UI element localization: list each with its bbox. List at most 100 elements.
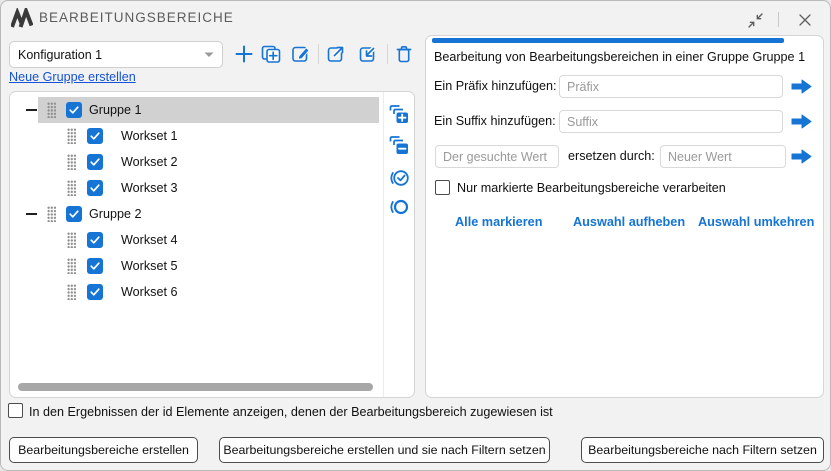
close-button[interactable] bbox=[795, 10, 815, 30]
bearbeitungsbereiche-window: BEARBEITUNGSBEREICHE Konfiguration 1 bbox=[0, 0, 831, 471]
group-label: Gruppe 1 bbox=[89, 103, 142, 117]
collapse-window-button[interactable] bbox=[745, 10, 765, 30]
drag-handle-icon[interactable] bbox=[67, 232, 76, 248]
export-icon bbox=[325, 43, 347, 65]
set-by-filters-button[interactable]: Bearbeitungsbereiche nach Filtern setzen bbox=[581, 437, 824, 463]
toolbar-separator bbox=[387, 44, 388, 64]
drag-handle-icon[interactable] bbox=[47, 206, 56, 222]
configuration-dropdown[interactable]: Konfiguration 1 bbox=[9, 41, 223, 68]
tree-workset-row[interactable]: Workset 3 bbox=[10, 175, 382, 201]
only-marked-label: Nur markierte Bearbeitungsbereiche verar… bbox=[457, 181, 726, 195]
new-group-link[interactable]: Neue Gruppe erstellen bbox=[9, 70, 136, 84]
collapse-expander-icon[interactable] bbox=[24, 213, 38, 215]
show-ids-label: In den Ergebnissen der id Elemente anzei… bbox=[29, 405, 553, 419]
group-checkbox[interactable] bbox=[66, 206, 82, 222]
replace-value-input[interactable] bbox=[660, 145, 786, 168]
import-configuration-button[interactable] bbox=[356, 42, 380, 66]
clear-selection-link[interactable]: Auswahl aufheben bbox=[573, 215, 685, 229]
drag-handle-icon[interactable] bbox=[67, 284, 76, 300]
workset-checkbox[interactable] bbox=[87, 128, 103, 144]
titlebar: BEARBEITUNGSBEREICHE bbox=[1, 1, 830, 35]
tree-workset-row[interactable]: Workset 6 bbox=[10, 279, 382, 305]
apply-suffix-button[interactable] bbox=[789, 112, 813, 130]
workset-label: Workset 1 bbox=[121, 129, 177, 143]
workset-label: Workset 3 bbox=[121, 181, 177, 195]
drag-handle-icon[interactable] bbox=[67, 258, 76, 274]
collapse-all-minus-icon bbox=[387, 133, 411, 157]
check-icon bbox=[89, 286, 101, 298]
group-checkbox[interactable] bbox=[66, 102, 82, 118]
tree-workset-row[interactable]: Workset 4 bbox=[10, 227, 382, 253]
drag-handle-icon[interactable] bbox=[67, 154, 76, 170]
prefix-input[interactable] bbox=[559, 75, 783, 98]
check-all-button[interactable] bbox=[387, 166, 411, 190]
invert-selection-link[interactable]: Auswahl umkehren bbox=[698, 215, 814, 229]
tree-group-row[interactable]: Gruppe 1 bbox=[10, 97, 382, 123]
search-value-input[interactable] bbox=[435, 145, 559, 168]
uncheck-all-button[interactable] bbox=[387, 195, 411, 219]
tree-side-toolbar bbox=[383, 92, 414, 397]
trash-icon bbox=[393, 43, 415, 65]
edit-configuration-button[interactable] bbox=[289, 42, 313, 66]
close-icon bbox=[798, 13, 812, 27]
create-and-set-by-filters-button[interactable]: Bearbeitungsbereiche erstellen und sie n… bbox=[219, 437, 550, 463]
show-ids-checkbox[interactable] bbox=[8, 403, 23, 418]
prefix-label: Ein Präfix hinzufügen: bbox=[434, 79, 557, 93]
mark-all-link[interactable]: Alle markieren bbox=[455, 215, 542, 229]
tree-workset-row[interactable]: Workset 1 bbox=[10, 123, 382, 149]
scrollbar-thumb[interactable] bbox=[18, 383, 373, 391]
duplicate-configuration-button[interactable] bbox=[259, 42, 283, 66]
group-edit-panel: Bearbeitung von Bearbeitungsbereichen in… bbox=[425, 35, 824, 398]
check-icon bbox=[68, 208, 80, 220]
check-icon bbox=[89, 234, 101, 246]
group-label: Gruppe 2 bbox=[89, 207, 142, 221]
workset-label: Workset 5 bbox=[121, 259, 177, 273]
plus-icon bbox=[233, 43, 255, 65]
collapse-expander-icon[interactable] bbox=[24, 109, 38, 111]
import-icon bbox=[357, 43, 379, 65]
suffix-label: Ein Suffix hinzufügen: bbox=[434, 114, 556, 128]
drag-handle-icon[interactable] bbox=[47, 102, 56, 118]
tree-group-row[interactable]: Gruppe 2 bbox=[10, 201, 382, 227]
workset-label: Workset 4 bbox=[121, 233, 177, 247]
check-icon bbox=[89, 182, 101, 194]
titlebar-separator bbox=[778, 12, 779, 27]
chevron-down-icon bbox=[204, 52, 214, 58]
workset-checkbox[interactable] bbox=[87, 258, 103, 274]
apply-prefix-button[interactable] bbox=[789, 77, 813, 95]
horizontal-scrollbar[interactable] bbox=[18, 383, 373, 391]
delete-configuration-button[interactable] bbox=[392, 42, 416, 66]
workset-checkbox[interactable] bbox=[87, 154, 103, 170]
window-title: BEARBEITUNGSBEREICHE bbox=[39, 10, 234, 25]
collapse-all-button[interactable] bbox=[387, 133, 411, 157]
panel-accent-bar bbox=[432, 38, 784, 43]
drag-handle-icon[interactable] bbox=[67, 128, 76, 144]
expand-all-button[interactable] bbox=[387, 102, 411, 126]
arrow-right-icon bbox=[791, 114, 812, 129]
export-configuration-button[interactable] bbox=[324, 42, 348, 66]
arrow-right-icon bbox=[791, 149, 812, 164]
apply-replace-button[interactable] bbox=[789, 147, 813, 165]
arrow-right-icon bbox=[791, 79, 812, 94]
workset-checkbox[interactable] bbox=[87, 284, 103, 300]
collapse-window-icon bbox=[747, 12, 764, 29]
toolbar-separator bbox=[318, 44, 319, 64]
expand-all-plus-icon bbox=[387, 102, 411, 126]
check-icon bbox=[89, 260, 101, 272]
workset-tree-panel: Gruppe 1 Workset 1 Workset 2 bbox=[9, 91, 415, 398]
create-worksets-button[interactable]: Bearbeitungsbereiche erstellen bbox=[9, 437, 198, 463]
workset-tree: Gruppe 1 Workset 1 Workset 2 bbox=[10, 97, 382, 305]
workset-checkbox[interactable] bbox=[87, 232, 103, 248]
check-icon bbox=[89, 130, 101, 142]
check-icon bbox=[89, 156, 101, 168]
only-marked-checkbox[interactable] bbox=[435, 180, 450, 195]
uncheck-all-icon bbox=[387, 195, 411, 219]
suffix-input[interactable] bbox=[559, 110, 783, 133]
drag-handle-icon[interactable] bbox=[67, 180, 76, 196]
workset-label: Workset 6 bbox=[121, 285, 177, 299]
panel-header: Bearbeitung von Bearbeitungsbereichen in… bbox=[434, 50, 805, 64]
tree-workset-row[interactable]: Workset 2 bbox=[10, 149, 382, 175]
add-configuration-button[interactable] bbox=[232, 42, 256, 66]
tree-workset-row[interactable]: Workset 5 bbox=[10, 253, 382, 279]
workset-checkbox[interactable] bbox=[87, 180, 103, 196]
